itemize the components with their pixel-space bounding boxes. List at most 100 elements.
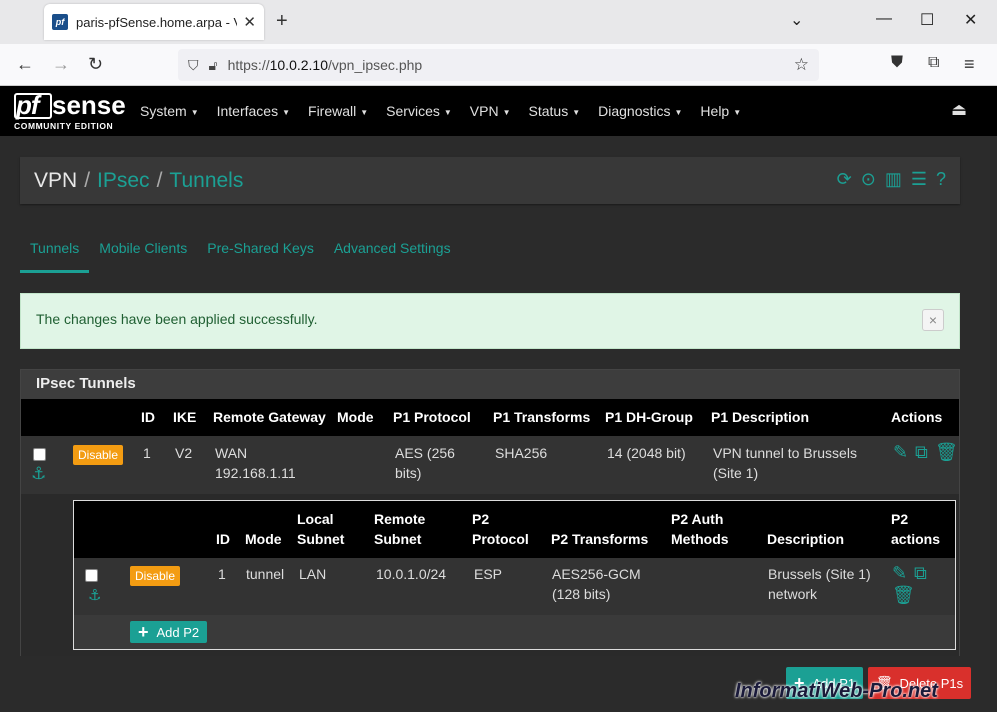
- nav-help[interactable]: Help ▼: [700, 103, 741, 119]
- p2-disable-button[interactable]: Disable: [130, 566, 181, 586]
- p2-footer: + Add P2: [74, 615, 955, 649]
- browser-tab[interactable]: pf paris-pfSense.home.arpa - VPN ✕: [44, 4, 264, 40]
- nav-label: Interfaces: [216, 103, 279, 119]
- nav-status[interactable]: Status ▼: [529, 103, 581, 119]
- edit-pencil-icon[interactable]: ✎: [892, 563, 907, 584]
- p2-transforms-line2: (128 bits): [552, 586, 611, 602]
- copy-icon[interactable]: ⧉: [915, 442, 928, 463]
- breadcrumb-ipsec[interactable]: IPsec: [97, 169, 150, 193]
- p1-id: 1: [143, 445, 151, 461]
- bookmark-star-icon[interactable]: ☆: [794, 55, 809, 75]
- th-remote-gateway: Remote Gateway: [213, 409, 326, 425]
- breadcrumb-actions: ⟳ ⊙ ▥ ☰ ?: [837, 169, 946, 190]
- tab-list-chevron-icon[interactable]: ⌄: [790, 10, 803, 30]
- pfsense-navbar: pf sense COMMUNITY EDITION System ▼ Inter…: [0, 86, 997, 136]
- panel-title: IPsec Tunnels: [21, 370, 959, 399]
- shield-icon[interactable]: ⛉: [188, 57, 199, 74]
- p1-description-line1: VPN tunnel to Brussels: [713, 445, 857, 461]
- nav-firewall[interactable]: Firewall ▼: [308, 103, 368, 119]
- nav-system[interactable]: System ▼: [140, 103, 199, 119]
- logout-icon[interactable]: ⏏︎: [951, 100, 967, 120]
- th2-id: ID: [216, 531, 230, 547]
- th-id: ID: [141, 409, 155, 425]
- p2-description-line1: Brussels (Site 1): [768, 566, 871, 582]
- main-menu: System ▼ Interfaces ▼ Firewall ▼ Services ▼ …: [140, 86, 759, 136]
- caret-down-icon: ▼: [502, 107, 511, 117]
- p2-zone: ID Mode Local Subnet Remote Subnet P2 Pr…: [21, 494, 959, 656]
- pocket-icon[interactable]: ⛊: [891, 54, 903, 72]
- add-p2-button[interactable]: + Add P2: [130, 621, 208, 643]
- forward-arrow-icon[interactable]: →: [52, 54, 70, 75]
- copy-icon[interactable]: ⧉: [914, 563, 927, 584]
- success-alert: The changes have been applied successful…: [20, 293, 960, 349]
- nav-interfaces[interactable]: Interfaces ▼: [217, 103, 290, 119]
- tab-tunnels[interactable]: Tunnels: [20, 236, 90, 273]
- p2-remote-subnet: 10.0.1.0/24: [376, 566, 447, 582]
- p1-protocol-line2: bits): [395, 465, 422, 481]
- extensions-icon[interactable]: ⧉: [928, 54, 939, 72]
- alert-close-icon[interactable]: ×: [922, 309, 944, 331]
- browser-tabbar: pf paris-pfSense.home.arpa - VPN ✕ + ⌄ —…: [0, 0, 997, 44]
- p2-transforms-line1: AES256-GCM: [552, 566, 641, 582]
- p2-row-checkbox[interactable]: [85, 569, 98, 582]
- url-host: 10.0.2.10: [269, 57, 328, 73]
- edit-pencil-icon[interactable]: ✎: [893, 442, 908, 463]
- help-icon[interactable]: ?: [936, 169, 946, 190]
- tab-advanced-settings[interactable]: Advanced Settings: [324, 236, 461, 273]
- pfsense-logo[interactable]: pf sense COMMUNITY EDITION: [14, 90, 126, 134]
- menu-hamburger-icon[interactable]: ≡: [964, 54, 975, 75]
- window-close-icon[interactable]: ✕: [964, 10, 977, 30]
- status-chart-icon[interactable]: ▥: [885, 169, 902, 190]
- delete-trash-icon[interactable]: 🗑︎: [892, 585, 915, 606]
- restart-service-icon[interactable]: ⟳: [837, 169, 852, 190]
- nav-label: Help: [700, 103, 730, 119]
- delete-trash-icon[interactable]: 🗑︎: [935, 442, 958, 463]
- reload-icon[interactable]: ↻: [88, 54, 103, 75]
- tab-mobile-clients[interactable]: Mobile Clients: [89, 236, 197, 273]
- maximize-icon[interactable]: ☐: [920, 10, 934, 30]
- p1-gateway-ip: 192.168.1.11: [215, 465, 296, 481]
- anchor-icon[interactable]: ⚓︎: [31, 464, 46, 484]
- browser-toolbar: ← → ↻ ⛉ 🔓︎ https://10.0.2.10/vpn_ipsec.p…: [0, 44, 997, 86]
- p1-disable-button[interactable]: Disable: [73, 445, 124, 465]
- add-p2-label: Add P2: [156, 624, 200, 640]
- caret-down-icon: ▼: [282, 107, 291, 117]
- breadcrumb-tunnels[interactable]: Tunnels: [169, 169, 243, 193]
- th2-remote-2: Subnet: [374, 531, 422, 547]
- url-bar[interactable]: ⛉ 🔓︎ https://10.0.2.10/vpn_ipsec.php ☆: [178, 49, 819, 81]
- th2-actions-2: actions: [891, 531, 941, 547]
- url-path: /vpn_ipsec.php: [328, 57, 423, 73]
- nav-diagnostics[interactable]: Diagnostics ▼: [598, 103, 682, 119]
- th2-protocol-2: Protocol: [472, 531, 529, 547]
- ipsec-tabs: Tunnels Mobile Clients Pre-Shared Keys A…: [20, 236, 461, 273]
- th2-auth-1: P2 Auth: [671, 511, 724, 527]
- back-arrow-icon[interactable]: ←: [16, 54, 34, 75]
- p2-mode: tunnel: [246, 566, 285, 582]
- new-tab-icon[interactable]: +: [276, 10, 288, 33]
- breadcrumb-separator: /: [156, 168, 163, 192]
- pfsense-favicon-icon: pf: [52, 14, 68, 30]
- p2-local-subnet: LAN: [299, 566, 327, 582]
- th-ike: IKE: [173, 409, 197, 425]
- p1-table-header: ID IKE Remote Gateway Mode P1 Protocol P…: [21, 399, 959, 436]
- p2-table-header: ID Mode Local Subnet Remote Subnet P2 Pr…: [74, 501, 955, 558]
- tab-close-icon[interactable]: ✕: [243, 13, 256, 31]
- p2-id: 1: [218, 566, 226, 582]
- nav-vpn[interactable]: VPN ▼: [470, 103, 511, 119]
- caret-down-icon: ▼: [190, 107, 199, 117]
- th2-local-2: Subnet: [297, 531, 345, 547]
- p1-ike: V2: [175, 445, 193, 461]
- p1-row-checkbox[interactable]: [33, 448, 46, 461]
- minimize-icon[interactable]: —: [876, 10, 892, 28]
- anchor-icon[interactable]: ⚓︎: [88, 586, 101, 604]
- lock-warning-icon[interactable]: 🔓︎: [209, 57, 218, 74]
- stop-service-icon[interactable]: ⊙: [861, 169, 876, 190]
- nav-services[interactable]: Services ▼: [386, 103, 452, 119]
- th2-remote-1: Remote: [374, 511, 426, 527]
- logo-sense-text: sense: [52, 90, 126, 120]
- tab-pre-shared-keys[interactable]: Pre-Shared Keys: [197, 236, 324, 273]
- th2-description: Description: [767, 531, 845, 547]
- th2-auth-2: Methods: [671, 531, 729, 547]
- logs-list-icon[interactable]: ☰: [911, 169, 927, 190]
- nav-label: VPN: [469, 103, 499, 119]
